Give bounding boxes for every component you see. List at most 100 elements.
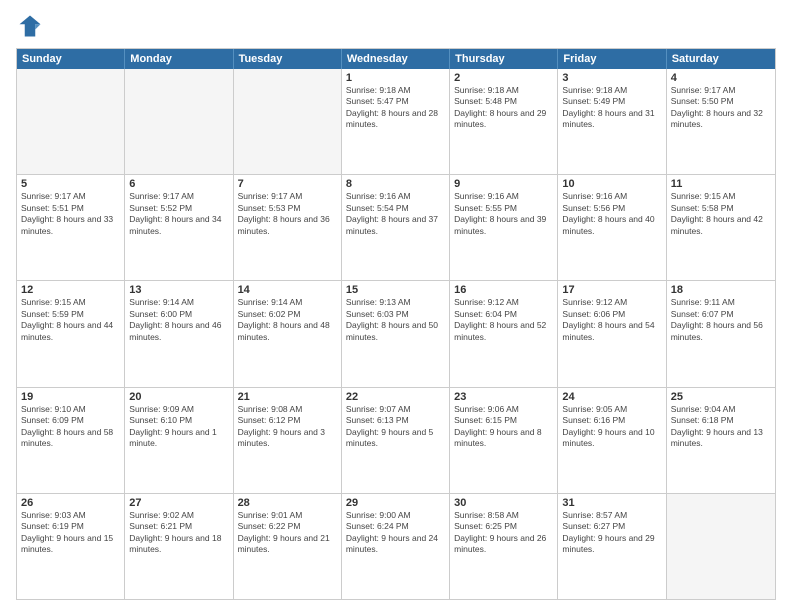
day-info: Sunrise: 9:01 AMSunset: 6:22 PMDaylight:… xyxy=(238,510,337,556)
calendar-row-2: 12Sunrise: 9:15 AMSunset: 5:59 PMDayligh… xyxy=(17,281,775,387)
day-info: Sunrise: 9:18 AMSunset: 5:48 PMDaylight:… xyxy=(454,85,553,131)
day-cell-22: 22Sunrise: 9:07 AMSunset: 6:13 PMDayligh… xyxy=(342,388,450,493)
header-day-friday: Friday xyxy=(558,49,666,69)
day-cell-8: 8Sunrise: 9:16 AMSunset: 5:54 PMDaylight… xyxy=(342,175,450,280)
empty-cell xyxy=(234,69,342,174)
day-number: 3 xyxy=(562,72,661,84)
day-cell-18: 18Sunrise: 9:11 AMSunset: 6:07 PMDayligh… xyxy=(667,281,775,386)
day-cell-9: 9Sunrise: 9:16 AMSunset: 5:55 PMDaylight… xyxy=(450,175,558,280)
day-info: Sunrise: 9:17 AMSunset: 5:50 PMDaylight:… xyxy=(671,85,771,131)
day-number: 6 xyxy=(129,178,228,190)
day-number: 31 xyxy=(562,497,661,509)
day-number: 1 xyxy=(346,72,445,84)
day-info: Sunrise: 9:02 AMSunset: 6:21 PMDaylight:… xyxy=(129,510,228,556)
day-cell-30: 30Sunrise: 8:58 AMSunset: 6:25 PMDayligh… xyxy=(450,494,558,599)
day-number: 24 xyxy=(562,391,661,403)
day-number: 14 xyxy=(238,284,337,296)
day-number: 28 xyxy=(238,497,337,509)
day-info: Sunrise: 9:17 AMSunset: 5:52 PMDaylight:… xyxy=(129,191,228,237)
day-cell-31: 31Sunrise: 8:57 AMSunset: 6:27 PMDayligh… xyxy=(558,494,666,599)
day-info: Sunrise: 9:16 AMSunset: 5:56 PMDaylight:… xyxy=(562,191,661,237)
day-info: Sunrise: 8:58 AMSunset: 6:25 PMDaylight:… xyxy=(454,510,553,556)
day-info: Sunrise: 9:12 AMSunset: 6:04 PMDaylight:… xyxy=(454,297,553,343)
calendar-row-0: 1Sunrise: 9:18 AMSunset: 5:47 PMDaylight… xyxy=(17,69,775,175)
logo-icon xyxy=(16,12,44,40)
day-cell-23: 23Sunrise: 9:06 AMSunset: 6:15 PMDayligh… xyxy=(450,388,558,493)
day-cell-10: 10Sunrise: 9:16 AMSunset: 5:56 PMDayligh… xyxy=(558,175,666,280)
day-cell-3: 3Sunrise: 9:18 AMSunset: 5:49 PMDaylight… xyxy=(558,69,666,174)
logo xyxy=(16,12,48,40)
day-number: 21 xyxy=(238,391,337,403)
day-number: 18 xyxy=(671,284,771,296)
day-cell-28: 28Sunrise: 9:01 AMSunset: 6:22 PMDayligh… xyxy=(234,494,342,599)
day-info: Sunrise: 9:17 AMSunset: 5:51 PMDaylight:… xyxy=(21,191,120,237)
day-cell-25: 25Sunrise: 9:04 AMSunset: 6:18 PMDayligh… xyxy=(667,388,775,493)
day-info: Sunrise: 9:12 AMSunset: 6:06 PMDaylight:… xyxy=(562,297,661,343)
day-number: 7 xyxy=(238,178,337,190)
day-number: 8 xyxy=(346,178,445,190)
day-info: Sunrise: 9:16 AMSunset: 5:55 PMDaylight:… xyxy=(454,191,553,237)
day-info: Sunrise: 9:09 AMSunset: 6:10 PMDaylight:… xyxy=(129,404,228,450)
day-number: 12 xyxy=(21,284,120,296)
day-number: 22 xyxy=(346,391,445,403)
day-number: 4 xyxy=(671,72,771,84)
day-number: 26 xyxy=(21,497,120,509)
day-number: 27 xyxy=(129,497,228,509)
day-info: Sunrise: 9:18 AMSunset: 5:49 PMDaylight:… xyxy=(562,85,661,131)
day-number: 29 xyxy=(346,497,445,509)
day-info: Sunrise: 9:17 AMSunset: 5:53 PMDaylight:… xyxy=(238,191,337,237)
day-cell-1: 1Sunrise: 9:18 AMSunset: 5:47 PMDaylight… xyxy=(342,69,450,174)
day-cell-19: 19Sunrise: 9:10 AMSunset: 6:09 PMDayligh… xyxy=(17,388,125,493)
calendar-header: SundayMondayTuesdayWednesdayThursdayFrid… xyxy=(17,49,775,69)
day-info: Sunrise: 9:10 AMSunset: 6:09 PMDaylight:… xyxy=(21,404,120,450)
day-cell-6: 6Sunrise: 9:17 AMSunset: 5:52 PMDaylight… xyxy=(125,175,233,280)
empty-cell xyxy=(17,69,125,174)
day-info: Sunrise: 9:08 AMSunset: 6:12 PMDaylight:… xyxy=(238,404,337,450)
day-info: Sunrise: 9:16 AMSunset: 5:54 PMDaylight:… xyxy=(346,191,445,237)
day-number: 9 xyxy=(454,178,553,190)
day-number: 2 xyxy=(454,72,553,84)
day-number: 30 xyxy=(454,497,553,509)
day-number: 15 xyxy=(346,284,445,296)
day-number: 16 xyxy=(454,284,553,296)
day-info: Sunrise: 9:14 AMSunset: 6:00 PMDaylight:… xyxy=(129,297,228,343)
day-info: Sunrise: 9:06 AMSunset: 6:15 PMDaylight:… xyxy=(454,404,553,450)
day-cell-12: 12Sunrise: 9:15 AMSunset: 5:59 PMDayligh… xyxy=(17,281,125,386)
day-number: 19 xyxy=(21,391,120,403)
header-day-tuesday: Tuesday xyxy=(234,49,342,69)
day-info: Sunrise: 9:14 AMSunset: 6:02 PMDaylight:… xyxy=(238,297,337,343)
day-info: Sunrise: 9:03 AMSunset: 6:19 PMDaylight:… xyxy=(21,510,120,556)
calendar: SundayMondayTuesdayWednesdayThursdayFrid… xyxy=(16,48,776,600)
header-day-wednesday: Wednesday xyxy=(342,49,450,69)
day-number: 10 xyxy=(562,178,661,190)
day-info: Sunrise: 8:57 AMSunset: 6:27 PMDaylight:… xyxy=(562,510,661,556)
empty-cell xyxy=(125,69,233,174)
calendar-row-3: 19Sunrise: 9:10 AMSunset: 6:09 PMDayligh… xyxy=(17,388,775,494)
day-info: Sunrise: 9:04 AMSunset: 6:18 PMDaylight:… xyxy=(671,404,771,450)
page: SundayMondayTuesdayWednesdayThursdayFrid… xyxy=(0,0,792,612)
day-cell-7: 7Sunrise: 9:17 AMSunset: 5:53 PMDaylight… xyxy=(234,175,342,280)
day-cell-29: 29Sunrise: 9:00 AMSunset: 6:24 PMDayligh… xyxy=(342,494,450,599)
day-info: Sunrise: 9:11 AMSunset: 6:07 PMDaylight:… xyxy=(671,297,771,343)
calendar-body: 1Sunrise: 9:18 AMSunset: 5:47 PMDaylight… xyxy=(17,69,775,599)
day-cell-5: 5Sunrise: 9:17 AMSunset: 5:51 PMDaylight… xyxy=(17,175,125,280)
day-info: Sunrise: 9:15 AMSunset: 5:58 PMDaylight:… xyxy=(671,191,771,237)
day-number: 5 xyxy=(21,178,120,190)
day-cell-11: 11Sunrise: 9:15 AMSunset: 5:58 PMDayligh… xyxy=(667,175,775,280)
day-number: 17 xyxy=(562,284,661,296)
day-number: 20 xyxy=(129,391,228,403)
day-number: 23 xyxy=(454,391,553,403)
calendar-row-1: 5Sunrise: 9:17 AMSunset: 5:51 PMDaylight… xyxy=(17,175,775,281)
day-info: Sunrise: 9:07 AMSunset: 6:13 PMDaylight:… xyxy=(346,404,445,450)
header-day-sunday: Sunday xyxy=(17,49,125,69)
day-cell-17: 17Sunrise: 9:12 AMSunset: 6:06 PMDayligh… xyxy=(558,281,666,386)
day-cell-20: 20Sunrise: 9:09 AMSunset: 6:10 PMDayligh… xyxy=(125,388,233,493)
day-cell-21: 21Sunrise: 9:08 AMSunset: 6:12 PMDayligh… xyxy=(234,388,342,493)
day-number: 13 xyxy=(129,284,228,296)
day-info: Sunrise: 9:15 AMSunset: 5:59 PMDaylight:… xyxy=(21,297,120,343)
day-cell-26: 26Sunrise: 9:03 AMSunset: 6:19 PMDayligh… xyxy=(17,494,125,599)
day-number: 25 xyxy=(671,391,771,403)
day-cell-15: 15Sunrise: 9:13 AMSunset: 6:03 PMDayligh… xyxy=(342,281,450,386)
day-cell-24: 24Sunrise: 9:05 AMSunset: 6:16 PMDayligh… xyxy=(558,388,666,493)
day-cell-13: 13Sunrise: 9:14 AMSunset: 6:00 PMDayligh… xyxy=(125,281,233,386)
